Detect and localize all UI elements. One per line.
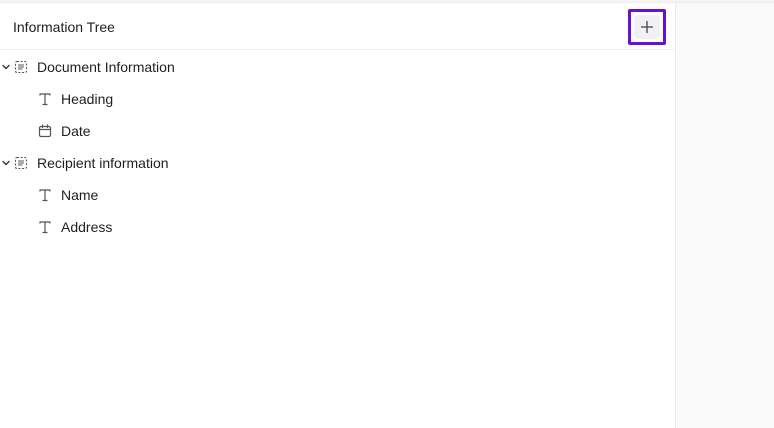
calendar-icon: [38, 124, 52, 138]
tree-group-label: Recipient information: [37, 155, 169, 171]
tree-item-heading[interactable]: Heading: [0, 83, 675, 115]
add-item-button[interactable]: [628, 9, 666, 45]
tree-group-label: Document Information: [37, 59, 175, 75]
chevron-down-icon[interactable]: [1, 158, 11, 168]
plus-icon: [640, 20, 654, 34]
tree-item-label: Heading: [61, 91, 114, 107]
text-type-icon: [39, 189, 51, 202]
tree-item-name[interactable]: Name: [0, 179, 675, 211]
tree-item-label: Address: [61, 219, 113, 235]
tree-item-label: Name: [61, 187, 99, 203]
chevron-down-icon[interactable]: [1, 62, 11, 72]
tree-item-address[interactable]: Address: [0, 211, 675, 243]
group-fields-icon: [14, 60, 28, 74]
tree-item-label: Date: [61, 123, 91, 139]
group-fields-icon: [14, 156, 28, 170]
right-side-pane: [675, 3, 774, 428]
panel-title: Information Tree: [13, 19, 115, 35]
text-type-icon: [39, 221, 51, 234]
text-type-icon: [39, 93, 51, 106]
panel-header: Information Tree: [0, 3, 675, 50]
tree-item-date[interactable]: Date: [0, 115, 675, 147]
tree-group-recipient-information[interactable]: Recipient information: [0, 147, 675, 179]
tree-group-document-information[interactable]: Document Information: [0, 51, 675, 83]
information-tree-panel: Information Tree Document Information He…: [0, 3, 675, 428]
